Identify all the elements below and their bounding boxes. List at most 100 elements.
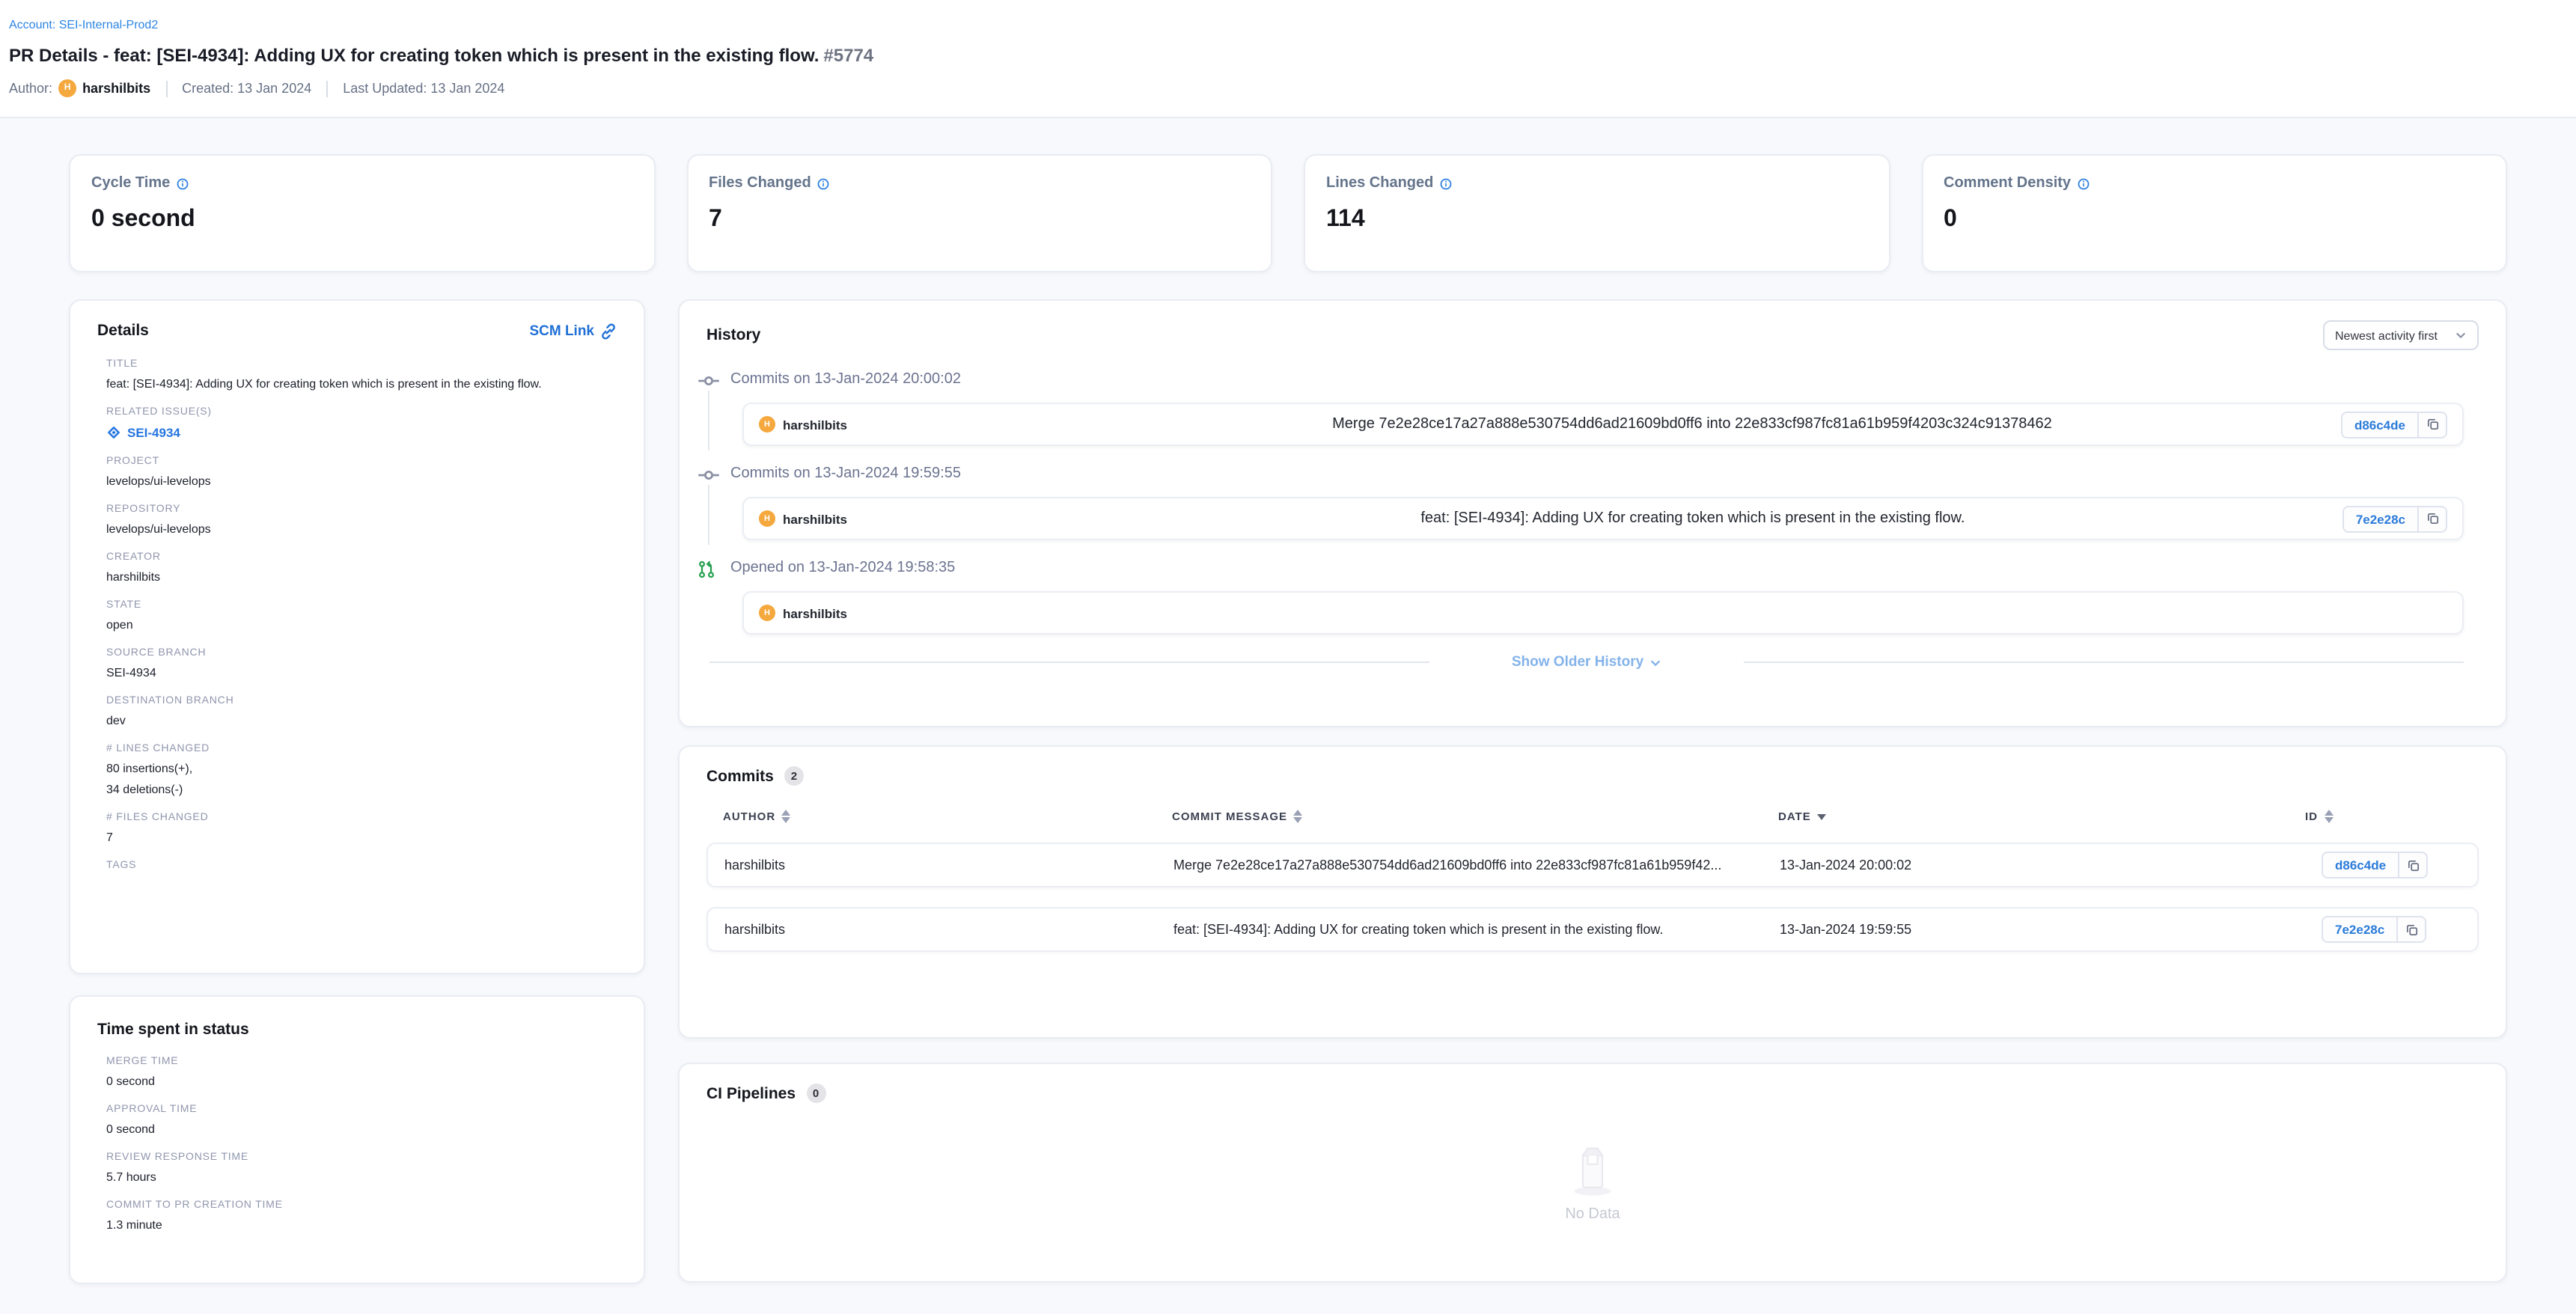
info-icon[interactable] xyxy=(817,177,829,189)
commit-hash-group: 7e2e28c xyxy=(2342,505,2447,532)
field-label: DESTINATION BRANCH xyxy=(106,696,617,706)
pull-request-opened-icon xyxy=(698,561,720,578)
pr-number: #5774 xyxy=(823,45,873,66)
copy-icon[interactable] xyxy=(2398,916,2426,943)
event-author-name: harshilbits xyxy=(783,605,847,620)
metric-label: Files Changed xyxy=(709,175,811,192)
detail-field-lines-changed: # LINES CHANGED 80 insertions(+), 34 del… xyxy=(106,744,617,796)
git-commit-icon xyxy=(698,467,720,483)
field-value: SEI-4934 xyxy=(106,666,617,679)
copy-icon[interactable] xyxy=(2399,852,2428,878)
metric-card-comment-density: Comment Density 0 xyxy=(1921,154,2507,272)
event-author-name: harshilbits xyxy=(783,417,847,432)
field-value: open xyxy=(106,618,617,632)
sort-icon xyxy=(2324,810,2333,823)
related-issue-link[interactable]: SEI-4934 xyxy=(106,425,617,440)
divider xyxy=(165,80,167,97)
field-value: 34 deletions(-) xyxy=(106,783,617,796)
time-field-review-response: REVIEW RESPONSE TIME 5.7 hours xyxy=(106,1152,617,1184)
commit-hash-button[interactable]: d86c4de xyxy=(2322,852,2399,878)
detail-field-related-issues: RELATED ISSUE(S) SEI-4934 xyxy=(106,407,617,440)
pr-title-text: PR Details - feat: [SEI-4934]: Adding UX… xyxy=(9,45,819,66)
column-header-date[interactable]: DATE xyxy=(1778,810,2305,823)
column-label: DATE xyxy=(1778,810,1811,823)
sort-icon xyxy=(781,810,790,823)
column-header-author[interactable]: AUTHOR xyxy=(723,810,1172,823)
account-breadcrumb-link[interactable]: Account: SEI-Internal-Prod2 xyxy=(9,18,158,31)
show-older-label: Show Older History xyxy=(1512,654,1643,670)
metric-card-cycle-time: Cycle Time 0 second xyxy=(69,154,655,272)
history-timeline: Commits on 13-Jan-2024 20:00:02 H harshi… xyxy=(698,371,2479,635)
field-value: harshilbits xyxy=(106,570,617,584)
column-header-id[interactable]: ID xyxy=(2305,810,2462,823)
commit-row: harshilbits Merge 7e2e28ce17a27a888e5307… xyxy=(706,843,2479,887)
sort-desc-icon xyxy=(1817,813,1826,819)
page: Account: SEI-Internal-Prod2 PR Details -… xyxy=(0,0,2576,1314)
field-value: levelops/ui-levelops xyxy=(106,474,617,488)
info-icon[interactable] xyxy=(2077,177,2089,189)
pr-meta-row: Author: H harshilbits Created: 13 Jan 20… xyxy=(9,79,2561,97)
field-label: REVIEW RESPONSE TIME xyxy=(106,1152,617,1163)
field-label: MERGE TIME xyxy=(106,1057,617,1067)
page-title: PR Details - feat: [SEI-4934]: Adding UX… xyxy=(9,45,2561,66)
info-icon[interactable] xyxy=(176,177,188,189)
detail-field-state: STATE open xyxy=(106,600,617,632)
metric-value: 0 xyxy=(1944,207,2485,233)
show-older-history-button[interactable]: Show Older History xyxy=(1429,654,1744,670)
detail-field-tags: TAGS xyxy=(106,861,617,871)
field-value: feat: [SEI-4934]: Adding UX for creating… xyxy=(106,377,617,391)
detail-field-creator: CREATOR harshilbits xyxy=(106,552,617,584)
field-value: 5.7 hours xyxy=(106,1170,617,1184)
avatar: H xyxy=(759,416,775,433)
event-label: Opened on 13-Jan-2024 19:58:35 xyxy=(730,560,2479,576)
commits-count-badge: 2 xyxy=(784,766,804,786)
event-card: H harshilbits feat: [SEI-4934]: Adding U… xyxy=(742,497,2464,540)
commit-hash-button[interactable]: d86c4de xyxy=(2341,411,2419,438)
time-field-merge: MERGE TIME 0 second xyxy=(106,1057,617,1088)
scm-link-label: SCM Link xyxy=(529,323,594,339)
metric-card-files-changed: Files Changed 7 xyxy=(686,154,1272,272)
field-label: CREATOR xyxy=(106,552,617,563)
detail-field-title: TITLE feat: [SEI-4934]: Adding UX for cr… xyxy=(106,359,617,391)
commit-hash-button[interactable]: 7e2e28c xyxy=(2322,916,2398,943)
scm-link[interactable]: SCM Link xyxy=(529,323,617,339)
event-card: H harshilbits Merge 7e2e28ce17a27a888e53… xyxy=(742,403,2464,446)
copy-icon[interactable] xyxy=(2419,411,2447,438)
author-label: Author: xyxy=(9,81,52,96)
history-sort-dropdown[interactable]: Newest activity first xyxy=(2323,320,2479,350)
column-label: COMMIT MESSAGE xyxy=(1172,810,1287,823)
metric-label: Lines Changed xyxy=(1326,175,1433,192)
author-name: harshilbits xyxy=(82,81,150,96)
chevron-down-icon xyxy=(2455,329,2467,341)
event-author-name: harshilbits xyxy=(783,511,847,526)
metrics-row: Cycle Time 0 second Files Changed 7 Line… xyxy=(69,154,2507,272)
commit-hash-button[interactable]: 7e2e28c xyxy=(2342,505,2419,532)
time-field-commit-to-pr: COMMIT TO PR CREATION TIME 1.3 minute xyxy=(106,1200,617,1232)
history-title: History xyxy=(706,326,760,344)
field-label: PROJECT xyxy=(106,456,617,467)
field-label: RELATED ISSUE(S) xyxy=(106,407,617,418)
metric-label: Cycle Time xyxy=(91,175,170,192)
column-label: ID xyxy=(2305,810,2318,823)
field-value: levelops/ui-levelops xyxy=(106,522,617,536)
field-label: REPOSITORY xyxy=(106,504,617,515)
copy-icon[interactable] xyxy=(2419,505,2447,532)
info-icon[interactable] xyxy=(1439,177,1451,189)
field-label: STATE xyxy=(106,600,617,611)
git-commit-icon xyxy=(698,373,720,389)
divider xyxy=(1744,661,2464,663)
ci-empty-state: No Data xyxy=(706,1103,2479,1262)
field-value: 7 xyxy=(106,831,617,844)
sort-icon xyxy=(1293,810,1302,823)
metric-value: 7 xyxy=(709,207,1250,233)
chevron-down-icon xyxy=(1649,656,1661,668)
metric-label: Comment Density xyxy=(1944,175,2071,192)
metric-value: 114 xyxy=(1326,207,1867,233)
created-date: Created: 13 Jan 2024 xyxy=(182,81,311,96)
details-title: Details xyxy=(97,322,149,340)
page-header: Account: SEI-Internal-Prod2 PR Details -… xyxy=(0,0,2576,118)
commit-hash-group: d86c4de xyxy=(2341,411,2447,438)
field-label: TAGS xyxy=(106,861,617,871)
column-header-commit-message[interactable]: COMMIT MESSAGE xyxy=(1172,810,1778,823)
commit-message: feat: [SEI-4934]: Adding UX for creating… xyxy=(1173,922,1780,937)
